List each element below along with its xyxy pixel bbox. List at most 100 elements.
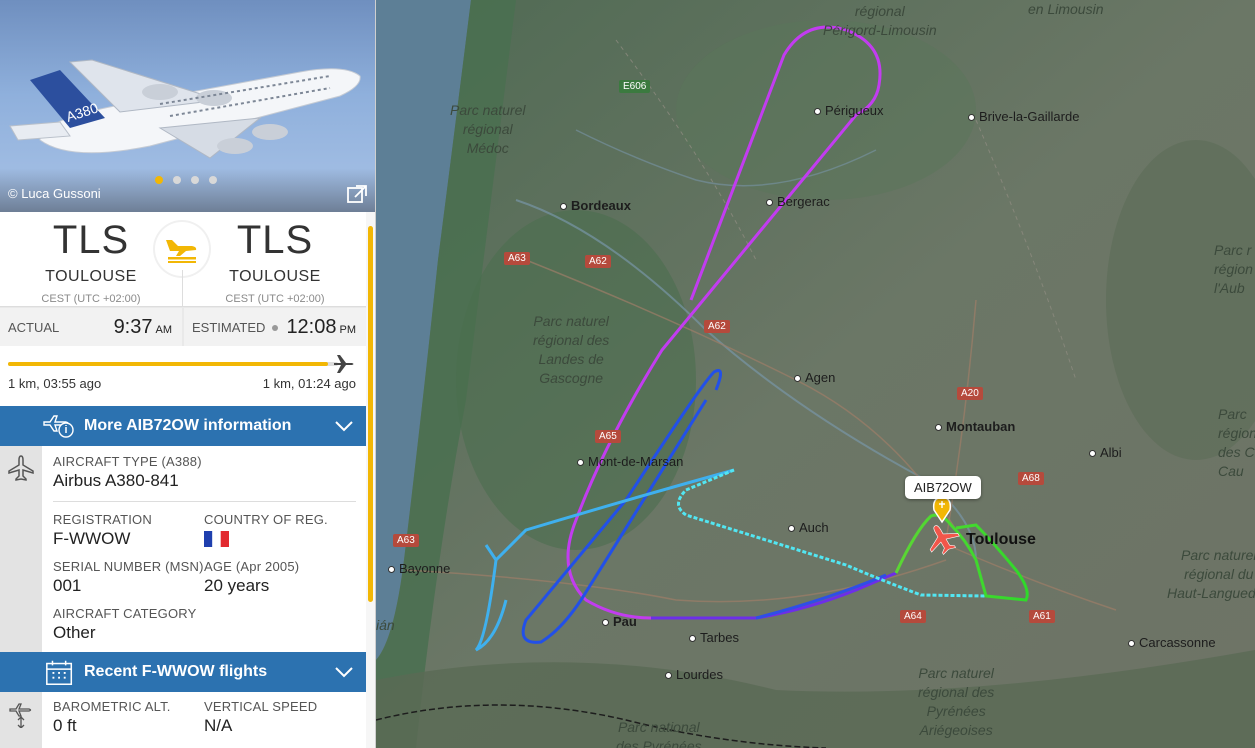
vertical-speed-field: VERTICAL SPEED N/A: [204, 699, 317, 736]
progress-plane-icon: [334, 355, 354, 373]
vertical-speed-label: VERTICAL SPEED: [204, 699, 318, 714]
road-badge: A65: [595, 430, 621, 443]
carousel-dot[interactable]: [155, 176, 163, 184]
chevron-down-icon: [335, 421, 353, 432]
origin-code: TLS: [52, 218, 130, 262]
telemetry-side-strip: [0, 692, 42, 748]
actual-time-cell: ACTUAL 9:37 AM: [0, 308, 182, 346]
road-badge: E606: [619, 80, 651, 93]
progress-left-text: 1 km, 03:55 ago: [8, 376, 102, 391]
estimated-time: 12:08 PM: [286, 316, 356, 338]
category-label: AIRCRAFT CATEGORY: [53, 606, 197, 621]
progress-track: [8, 362, 338, 366]
chevron-down-icon: [335, 667, 353, 678]
carousel-dot[interactable]: [209, 176, 217, 184]
aircraft-info-icon: [43, 415, 74, 438]
telemetry-details: BAROMETRIC ALT. 0 ft VERTICAL SPEED N/A: [0, 692, 366, 748]
destination-airport[interactable]: TLS TOULOUSE CEST (UTC +02:00): [184, 218, 366, 305]
actual-time: 9:37 AM: [113, 316, 172, 338]
park-label-causses: Parc région des C Cau: [1218, 406, 1255, 479]
destination-city: TOULOUSE: [229, 268, 321, 285]
road-badge: A63: [504, 252, 530, 265]
more-info-header[interactable]: More AIB72OW information: [0, 406, 366, 446]
route-box: TLS TOULOUSE CEST (UTC +02:00) TLS TOULO…: [0, 212, 366, 307]
city-carcassonne: Carcassonne: [1128, 635, 1216, 650]
flight-panel: A380 © Luca Gussoni TLS TOULOUSE CEST (U…: [0, 0, 376, 748]
aircraft-type-code: (A388): [161, 454, 202, 469]
aircraft-photo[interactable]: A380 © Luca Gussoni: [0, 0, 375, 212]
msn-value: 001: [53, 576, 82, 595]
aircraft-details: AIRCRAFT TYPE (A388) Airbus A380-841 REG…: [0, 446, 366, 652]
altitude-value: 0 ft: [53, 716, 77, 735]
city-perigueux: Périgueux: [814, 103, 884, 118]
edge-label: ián: [376, 617, 395, 633]
aircraft-type-label: AIRCRAFT TYPE: [53, 454, 158, 469]
park-label-landes: Parc naturel régional des Landes de Gascogn…: [533, 313, 610, 386]
road-badge: A64: [900, 610, 926, 623]
scrollbar-thumb[interactable]: [368, 226, 373, 602]
park-label-medoc: Parc naturel régional Médoc: [450, 102, 526, 156]
origin-timezone: CEST (UTC +02:00): [41, 293, 141, 305]
registration-label: REGISTRATION: [53, 512, 152, 527]
park-label-limousin: en Limousin: [1028, 1, 1104, 17]
recent-flights-header[interactable]: Recent F-WWOW flights: [0, 652, 366, 692]
altitude-label: BAROMETRIC ALT.: [53, 699, 171, 714]
origin-airport[interactable]: TLS TOULOUSE CEST (UTC +02:00): [0, 218, 182, 305]
city-bergerac: Bergerac: [766, 194, 830, 209]
city-agen: Agen: [794, 370, 835, 385]
city-montauban: Montauban: [935, 419, 1015, 434]
msn-field: SERIAL NUMBER (MSN) 001: [53, 559, 204, 596]
flight-progress: 1 km, 03:55 ago 1 km, 01:24 ago: [0, 346, 366, 406]
aircraft-type-field: AIRCRAFT TYPE (A388) Airbus A380-841: [53, 454, 202, 491]
country-label: COUNTRY OF REG.: [204, 512, 328, 527]
airplane-icon: [8, 455, 34, 481]
carousel-dot[interactable]: [191, 176, 199, 184]
aircraft-callsign-label[interactable]: AIB72OW: [905, 476, 981, 499]
road-badge: A63: [393, 534, 419, 547]
aircraft-divider: [53, 501, 356, 502]
city-pau: Pau: [602, 614, 637, 629]
park-label-haut-languedoc: Parc naturelrégional duHaut-Languedoc: [1167, 547, 1255, 601]
registration-value: F-WWOW: [53, 529, 131, 548]
road-badge: A62: [704, 320, 730, 333]
vertical-speed-value: N/A: [204, 716, 233, 735]
city-toulouse: Toulouse: [966, 531, 1036, 548]
destination-timezone: CEST (UTC +02:00): [225, 293, 325, 305]
city-brive: Brive-la-Gaillarde: [968, 109, 1079, 124]
estimated-status-dot: [272, 325, 278, 331]
category-value: Other: [53, 623, 96, 642]
photo-credit: © Luca Gussoni: [8, 186, 101, 201]
destination-code: TLS: [236, 218, 314, 262]
city-lourdes: Lourdes: [665, 667, 723, 682]
category-field: AIRCRAFT CATEGORY Other: [53, 606, 197, 643]
park-label-pyrenees: Parc national des Pyrénées: [616, 719, 702, 748]
estimated-time-cell: ESTIMATED 12:08 PM: [184, 308, 366, 346]
actual-label: ACTUAL: [8, 320, 60, 335]
road-badge: A20: [957, 387, 983, 400]
city-auch: Auch: [788, 520, 829, 535]
city-albi: Albi: [1089, 445, 1122, 460]
park-label-perigord: régional Périgord-Limousin: [823, 3, 937, 38]
city-bayonne: Bayonne: [388, 561, 450, 576]
city-tarbes: Tarbes: [689, 630, 739, 645]
age-field: AGE (Apr 2005) 20 years: [204, 559, 299, 596]
calendar-icon: [46, 660, 73, 685]
msn-label: SERIAL NUMBER (MSN): [53, 559, 204, 574]
progress-right-text: 1 km, 01:24 ago: [262, 376, 356, 391]
aircraft-side-strip: [0, 446, 42, 652]
route-divider: [182, 270, 183, 307]
flight-map[interactable]: Parc naturel régional Médoc Parc naturel ré…: [376, 0, 1255, 748]
external-link-icon[interactable]: [346, 184, 368, 204]
age-value: 20 years: [204, 576, 270, 595]
park-label-aubrac: Parc r région l'Aub: [1214, 242, 1253, 296]
recent-flights-label: Recent F-WWOW flights: [84, 663, 268, 680]
photo-carousel-dots[interactable]: [155, 176, 217, 184]
road-badge: A68: [1018, 472, 1044, 485]
more-info-label: More AIB72OW information: [84, 417, 292, 434]
carousel-dot[interactable]: [173, 176, 181, 184]
altitude-icon: [9, 703, 32, 728]
park-label-pyrenees-ariegeoises: Parc naturel régional des Pyrénées Ariégeoi…: [918, 665, 995, 738]
age-label: AGE (Apr 2005): [204, 559, 300, 574]
city-mont-de-marsan: Mont-de-Marsan: [577, 454, 683, 469]
altitude-field: BAROMETRIC ALT. 0 ft: [53, 699, 171, 736]
